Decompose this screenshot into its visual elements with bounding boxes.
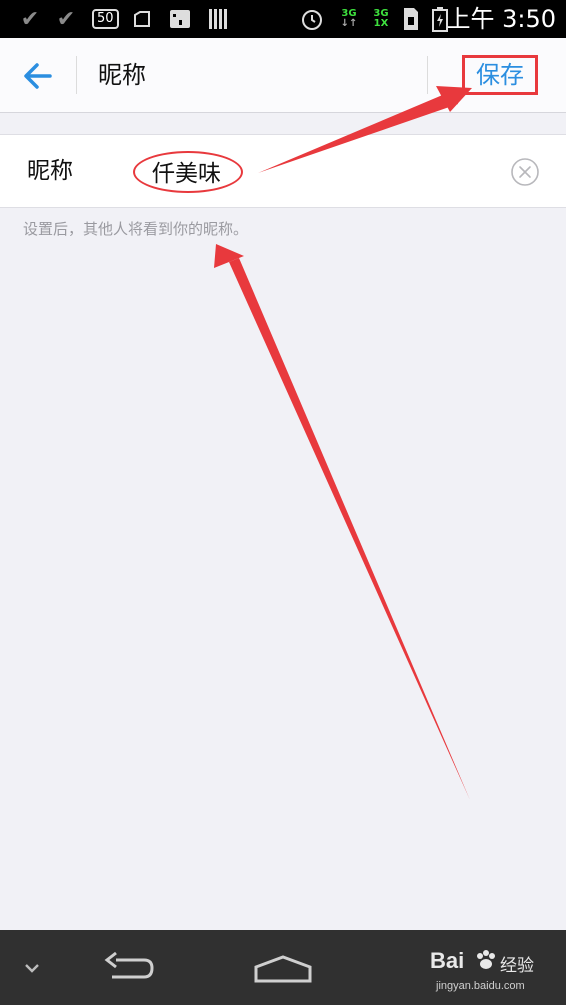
back-arrow-icon	[24, 63, 52, 89]
header: 昵称 保存	[0, 38, 566, 113]
status-bar: ✔ ✔ 50 3G ↓↑ 3G 1X 上午 3:50	[0, 0, 566, 38]
save-button[interactable]: 保存	[462, 55, 538, 95]
baidu-jingyan-watermark: Bai 经验 jingyan.baidu.com	[418, 944, 558, 1000]
divider	[76, 56, 77, 94]
barcode-icon	[206, 0, 230, 38]
nav-home-button[interactable]	[250, 930, 316, 1005]
watermark-url: jingyan.baidu.com	[436, 980, 525, 992]
network-3g-icon: 3G ↓↑	[340, 8, 358, 29]
nav-back-button[interactable]	[96, 930, 160, 1005]
watermark-jingyan: 经验	[500, 956, 534, 976]
page-title: 昵称	[98, 61, 146, 89]
chevron-down-icon	[25, 963, 39, 973]
clock: 上午 3:50	[446, 5, 556, 33]
folder-icon	[130, 0, 154, 38]
badge-icon: 50	[92, 9, 119, 29]
hint-text: 设置后，其他人将看到你的昵称。	[23, 220, 249, 238]
nickname-row: 昵称	[0, 134, 566, 208]
wifi-icon	[168, 0, 192, 38]
alarm-icon	[298, 0, 326, 38]
divider	[427, 56, 428, 94]
back-icon	[104, 951, 154, 978]
sim-icon	[400, 0, 422, 38]
annotation-arrow-head-hint	[214, 244, 244, 268]
nickname-label: 昵称	[27, 158, 73, 184]
nickname-input[interactable]	[152, 153, 472, 189]
watermark-brand: Bai	[430, 948, 465, 973]
clear-button[interactable]	[510, 157, 540, 187]
paw-icon	[477, 950, 495, 969]
home-icon	[254, 954, 312, 982]
collapse-button[interactable]	[14, 930, 50, 1005]
clear-icon	[511, 158, 539, 186]
check-icon: ✔	[20, 6, 40, 32]
check-icon: ✔	[56, 6, 76, 32]
annotation-arrow-to-hint	[229, 258, 470, 800]
network-3g-1x-icon: 3G 1X	[373, 8, 389, 29]
back-button[interactable]	[18, 56, 58, 96]
